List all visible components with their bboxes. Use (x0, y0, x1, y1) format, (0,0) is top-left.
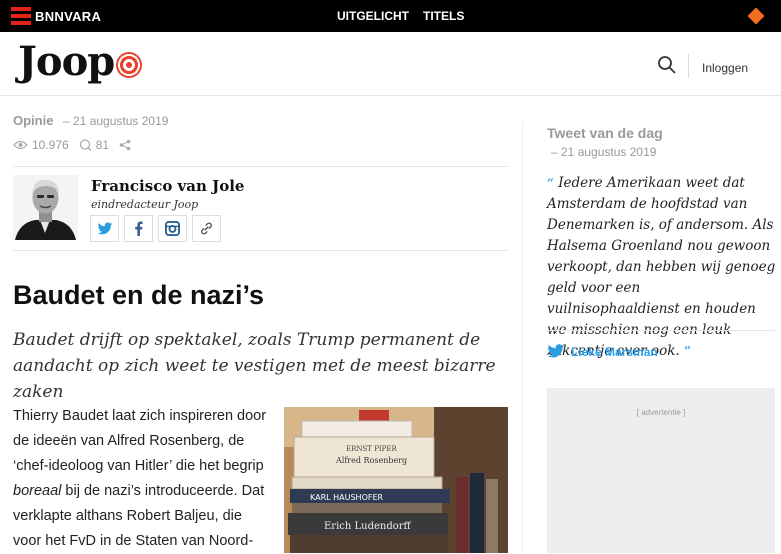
author-socials (90, 215, 221, 242)
quote-close-icon: ” (684, 344, 691, 358)
article-date: – 21 augustus 2019 (63, 114, 169, 128)
divider (547, 330, 775, 331)
body-emphasis: boreaal (13, 483, 62, 499)
tweet-author-name[interactable]: Lieke Marsman (571, 345, 658, 359)
article-lead: Baudet drijft op spektakel, zoals Trump … (13, 330, 496, 402)
search-icon[interactable] (657, 55, 677, 75)
divider (13, 250, 508, 251)
book-title: Alfred Rosenberg (335, 456, 407, 465)
article-title: Baudet en de nazi’s (13, 280, 265, 310)
book-title: ERNST PIPER (346, 445, 397, 453)
tweet-date: – 21 augustus 2019 (551, 145, 657, 159)
view-count: 10.976 (32, 138, 69, 152)
tweet-quote: “ Iedere Amerikaan weet dat Amsterdam de… (547, 173, 777, 362)
bnnvara-logo-text: BNNVARA (35, 8, 102, 24)
quote-open-icon: “ (547, 176, 554, 190)
diamond-icon[interactable] (747, 7, 765, 25)
article-category[interactable]: Opinie (13, 113, 53, 128)
bnnvara-mark-icon (11, 7, 31, 25)
book-title: KARL HAUSHOFER (310, 493, 384, 502)
bnnvara-logo[interactable]: BNNVARA (11, 7, 101, 25)
author-role: eindredacteur Joop (91, 198, 199, 211)
eye-icon (13, 140, 28, 150)
top-nav: UITGELICHT TITELS (337, 9, 464, 23)
article-photo[interactable]: ERNST PIPER Alfred Rosenberg KARL HAUSHO… (284, 407, 508, 553)
ad-label: [ advertentie ] (636, 408, 686, 417)
book-title: Erich Ludendorff (324, 521, 412, 532)
target-icon (116, 51, 143, 78)
tweet-text: Iedere Amerikaan weet dat Amsterdam de h… (547, 175, 776, 359)
comment-icon[interactable] (79, 139, 92, 151)
top-bar: BNNVARA UITGELICHT TITELS (0, 0, 781, 32)
twitter-icon[interactable] (90, 215, 119, 242)
body-text: Thierry Baudet laat zich inspireren door… (13, 408, 267, 474)
joop-logo-text: Joop (18, 38, 115, 85)
joop-logo[interactable]: Joop (18, 38, 143, 85)
author-name[interactable]: Francisco van Jole (91, 177, 244, 195)
article-body: Thierry Baudet laat zich inspireren door… (13, 404, 273, 554)
comment-count[interactable]: 81 (96, 138, 109, 152)
advertisement[interactable]: [ advertentie ] (547, 388, 775, 553)
login-link[interactable]: Inloggen (702, 61, 748, 75)
facebook-icon[interactable] (124, 215, 153, 242)
instagram-icon[interactable] (158, 215, 187, 242)
tweet-of-day-title: Tweet van de dag (547, 125, 663, 141)
author-avatar[interactable] (13, 175, 78, 240)
nav-uitgelicht[interactable]: UITGELICHT (337, 9, 409, 23)
tweet-author[interactable]: Lieke Marsman (547, 344, 658, 359)
header-divider (688, 54, 689, 78)
divider (13, 166, 508, 167)
article-stats: 10.976 81 (13, 138, 135, 152)
nav-titels[interactable]: TITELS (423, 9, 464, 23)
link-icon[interactable] (192, 215, 221, 242)
share-icon[interactable] (119, 139, 131, 151)
sidebar-divider (522, 122, 523, 553)
twitter-icon (547, 344, 565, 358)
